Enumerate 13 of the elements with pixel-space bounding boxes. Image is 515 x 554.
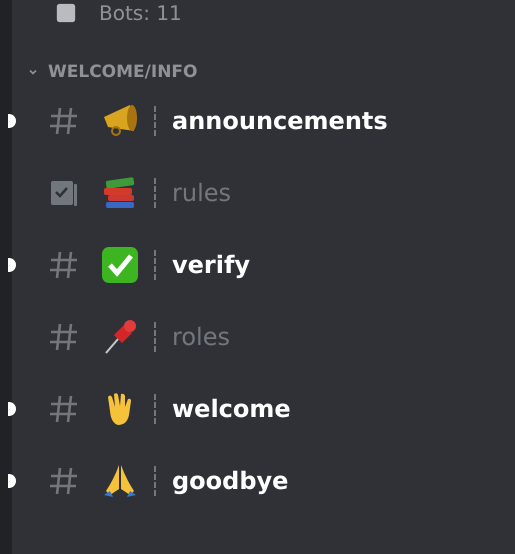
hash-icon [48,249,80,281]
channel-name[interactable]: verify [172,251,250,279]
channel-name[interactable]: announcements [172,107,388,135]
hash-icon [48,393,80,425]
checkmark-icon [100,245,140,285]
hash-icon [48,321,80,353]
channel-name[interactable]: goodbye [172,467,288,495]
stat-label: Bots: 11 [99,1,182,25]
channel-name[interactable]: welcome [172,395,291,423]
hash-icon [48,105,80,137]
hash-icon [48,465,80,497]
category-header[interactable]: WELCOME/INFO [12,59,515,85]
bot-icon [55,2,77,24]
